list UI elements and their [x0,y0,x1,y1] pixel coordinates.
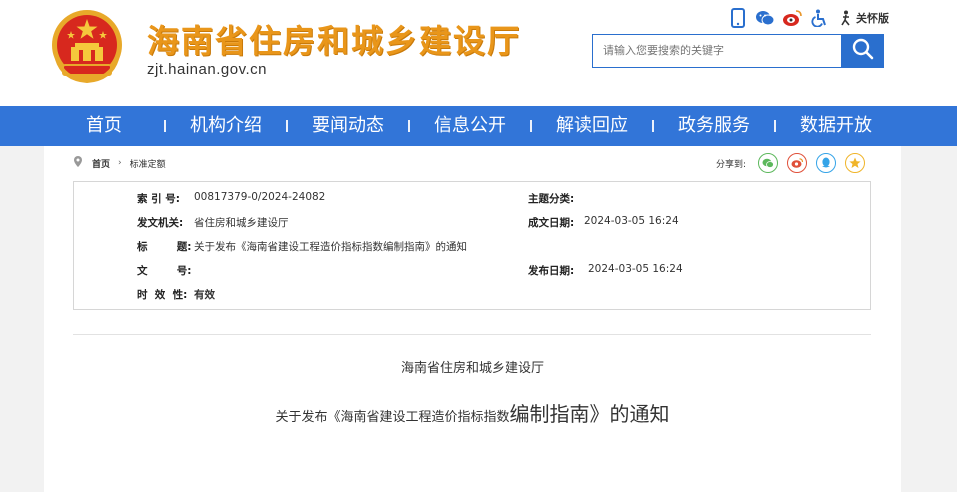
section-divider [73,334,871,335]
qzone-share-icon[interactable] [845,153,866,173]
national-emblem-logo[interactable] [49,9,125,87]
nav-separator [652,120,654,132]
document-title: 关于发布《海南省建设工程造价指标指数编制指南》的通知 [44,398,901,427]
index-number-value: 00817379-0/2024-24082 [194,191,326,203]
site-title: 海南省住房和城乡建设厅 [147,22,522,60]
breadcrumb-current[interactable]: 标准定额 [130,157,166,170]
nav-item-interpretation[interactable]: 解读回应 [556,106,628,146]
topic-category-label: 主题分类: [528,193,575,205]
wechat-icon[interactable] [755,8,775,28]
nav-item-open-data[interactable]: 数据开放 [800,106,872,146]
main-nav: 首页 机构介绍 要闻动态 信息公开 解读回应 政务服务 数据开放 [0,106,957,146]
site-url[interactable]: zjt.hainan.gov.cn [147,61,267,78]
wechat-share-icon[interactable] [758,153,779,173]
nav-separator [286,120,288,132]
main-content: 首页 › 标准定额 分享到: 索 引 号: 00817379-0/2024-24… [44,146,901,492]
care-mode-icon[interactable] [836,8,856,28]
search-box [592,34,853,68]
care-mode-link[interactable]: 关怀版 [856,10,889,26]
site-header: 海南省住房和城乡建设厅 zjt.hainan.gov.cn 关怀版 [0,0,957,106]
accessibility-icon[interactable] [809,8,829,28]
nav-separator [164,120,166,132]
title-value: 关于发布《海南省建设工程造价指标指数编制指南》的通知 [194,241,467,253]
created-date-label: 成文日期: [528,217,575,229]
nav-separator [530,120,532,132]
weibo-icon[interactable] [782,8,802,28]
breadcrumb-arrow-icon: › [118,158,122,168]
document-title-part1: 关于发布《海南省建设工程造价指标指数 [275,410,510,425]
location-pin-icon [74,156,82,170]
nav-item-disclosure[interactable]: 信息公开 [434,106,506,146]
share-bar: 分享到: [716,152,874,174]
breadcrumb: 首页 › 标准定额 [74,156,166,170]
weibo-share-icon[interactable] [787,153,808,173]
nav-item-services[interactable]: 政务服务 [678,106,750,146]
document-title-part2: 编制指南》的通知 [509,402,670,426]
qq-share-icon[interactable] [816,153,837,173]
issuer-label: 发文机关: [137,217,184,229]
document-issuing-org: 海南省住房和城乡建设厅 [400,361,544,376]
search-icon [852,38,874,64]
nav-item-home[interactable]: 首页 [86,106,122,146]
share-label: 分享到: [716,159,747,170]
nav-item-about[interactable]: 机构介绍 [190,106,262,146]
issuer-value: 省住房和城乡建设厅 [194,217,289,229]
created-date-value: 2024-03-05 16:24 [584,215,679,227]
title-label: 标 题: [137,241,192,253]
nav-separator [408,120,410,132]
top-utility-bar: 关怀版 [728,8,889,28]
breadcrumb-home[interactable]: 首页 [92,157,110,170]
validity-label: 时 效 性: [137,289,188,301]
document-metadata-table: 索 引 号: 00817379-0/2024-24082 主题分类: 发文机关:… [73,181,871,310]
published-date-label: 发布日期: [528,265,575,277]
search-button[interactable] [842,34,884,68]
validity-value: 有效 [194,289,215,301]
nav-item-news[interactable]: 要闻动态 [312,106,384,146]
mobile-icon[interactable] [728,8,748,28]
nav-separator [774,120,776,132]
index-number-label: 索 引 号: [137,193,181,205]
published-date-value: 2024-03-05 16:24 [588,263,683,275]
search-input[interactable] [593,35,853,65]
document-number-label: 文 号: [137,265,192,277]
